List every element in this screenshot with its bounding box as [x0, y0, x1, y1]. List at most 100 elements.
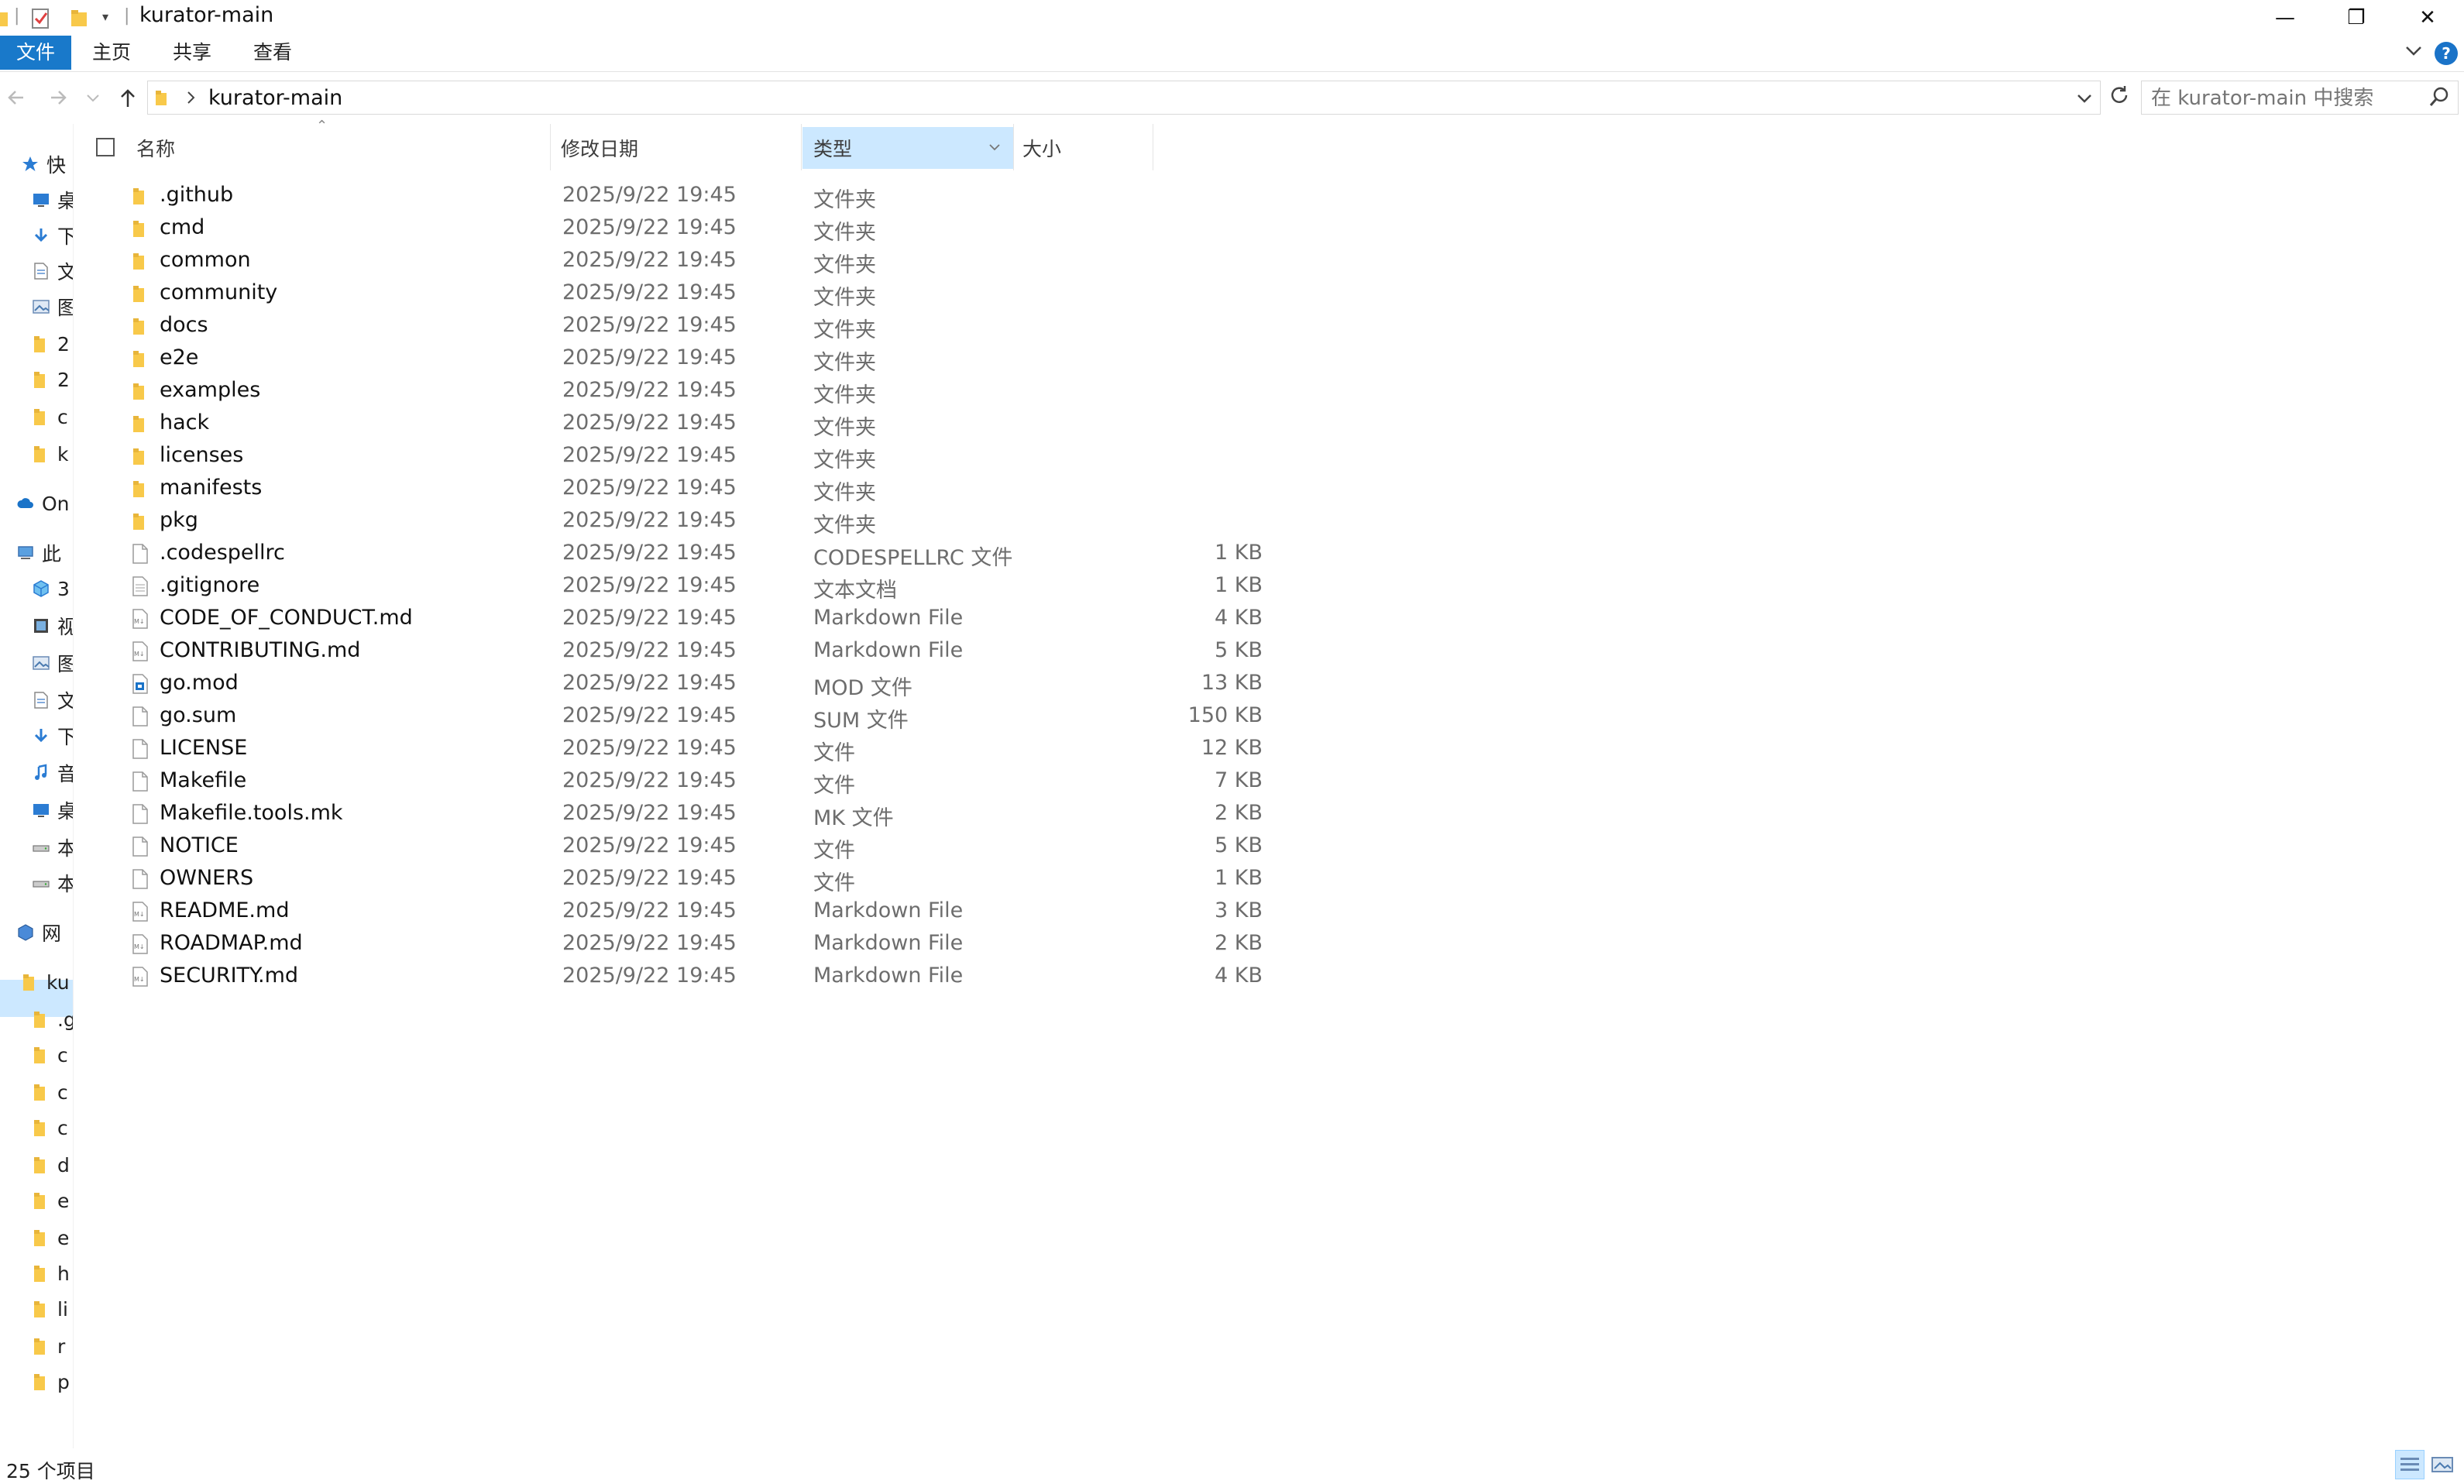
chevron-right-icon[interactable]: [184, 84, 199, 116]
nav-item[interactable]: 图: [31, 648, 73, 678]
customize-toolbar-icon[interactable]: ▾: [102, 9, 108, 24]
column-divider[interactable]: [550, 124, 551, 170]
nav-item[interactable]: 文: [31, 256, 73, 287]
file-row[interactable]: .gitignore 2025/9/22 19:45 文本文档 1 KB: [124, 570, 1263, 603]
file-row[interactable]: Makefile 2025/9/22 19:45 文件 7 KB: [124, 765, 1263, 798]
column-header-type[interactable]: 类型: [813, 125, 852, 170]
column-header-name[interactable]: 名称: [136, 125, 175, 170]
nav-item[interactable]: .g: [31, 1004, 73, 1035]
tab-file[interactable]: 文件: [0, 36, 71, 70]
nav-item[interactable]: c: [31, 1112, 68, 1143]
tab-home[interactable]: 主页: [81, 36, 143, 70]
column-filter-chevron-icon[interactable]: [988, 141, 1001, 156]
back-button[interactable]: [3, 82, 29, 113]
file-row[interactable]: NOTICE 2025/9/22 19:45 文件 5 KB: [124, 830, 1263, 863]
nav-item[interactable]: 2: [31, 364, 70, 395]
nav-item[interactable]: r: [31, 1331, 65, 1362]
file-row[interactable]: .github 2025/9/22 19:45 文件夹: [124, 180, 1162, 212]
address-bar[interactable]: kurator-main: [147, 81, 2101, 115]
tab-share[interactable]: 共享: [161, 36, 223, 70]
file-row[interactable]: cmd 2025/9/22 19:45 文件夹: [124, 212, 1162, 245]
file-row[interactable]: docs 2025/9/22 19:45 文件夹: [124, 310, 1162, 342]
nav-item-label: c: [57, 1116, 68, 1139]
column-divider[interactable]: [801, 124, 802, 170]
file-row[interactable]: OWNERS 2025/9/22 19:45 文件 1 KB: [124, 863, 1263, 895]
nav-item[interactable]: h: [31, 1258, 70, 1289]
nav-item[interactable]: 本: [31, 867, 73, 898]
nav-item[interactable]: li: [31, 1293, 68, 1324]
nav-item[interactable]: 快: [20, 149, 66, 180]
file-row[interactable]: Makefile.tools.mk 2025/9/22 19:45 MK 文件 2 K…: [124, 798, 1263, 830]
nav-item[interactable]: ku: [20, 967, 70, 998]
file-row[interactable]: M↓ ROADMAP.md 2025/9/22 19:45 Markdown File…: [124, 928, 1263, 960]
address-history-icon[interactable]: [2075, 86, 2094, 114]
nav-item[interactable]: d: [31, 1149, 70, 1180]
nav-item[interactable]: c: [31, 1039, 68, 1070]
nav-item[interactable]: e: [31, 1222, 69, 1253]
nav-item[interactable]: 音: [31, 757, 73, 788]
folder-icon: [132, 283, 149, 304]
nav-item[interactable]: c: [31, 1077, 68, 1108]
file-row[interactable]: manifests 2025/9/22 19:45 文件夹: [124, 472, 1162, 505]
file-icon: [132, 739, 149, 759]
help-icon[interactable]: ?: [2435, 42, 2458, 65]
refresh-button[interactable]: [2104, 84, 2135, 115]
nav-item[interactable]: 本: [31, 832, 73, 863]
nav-item[interactable]: 视: [31, 610, 73, 641]
nav-item[interactable]: 文: [31, 685, 73, 716]
expand-ribbon-icon[interactable]: [2404, 40, 2424, 65]
nav-item[interactable]: 网: [15, 917, 61, 948]
properties-icon[interactable]: [31, 8, 51, 33]
nav-item[interactable]: e: [31, 1185, 69, 1216]
search-input[interactable]: [2150, 86, 2416, 111]
nav-item[interactable]: 下: [31, 720, 73, 751]
column-header-modified[interactable]: 修改日期: [561, 125, 638, 170]
search-icon[interactable]: [2428, 86, 2450, 112]
minimize-button[interactable]: —: [2249, 0, 2321, 36]
file-row[interactable]: common 2025/9/22 19:45 文件夹: [124, 245, 1162, 277]
file-row[interactable]: LICENSE 2025/9/22 19:45 文件 12 KB: [124, 733, 1263, 765]
file-row[interactable]: M↓ CONTRIBUTING.md 2025/9/22 19:45 Markdown…: [124, 635, 1263, 668]
maximize-button[interactable]: ❐: [2321, 0, 2392, 36]
new-folder-icon[interactable]: [70, 8, 90, 33]
nav-item[interactable]: 桌: [31, 184, 73, 215]
nav-item[interactable]: p: [31, 1366, 70, 1397]
breadcrumb-current[interactable]: kurator-main: [208, 86, 342, 110]
folder-icon: [132, 414, 149, 434]
file-row[interactable]: pkg 2025/9/22 19:45 文件夹: [124, 505, 1162, 538]
pane-divider[interactable]: [73, 124, 74, 1448]
nav-item[interactable]: k: [31, 438, 68, 469]
nav-item[interactable]: 桌: [31, 795, 73, 826]
file-row[interactable]: community 2025/9/22 19:45 文件夹: [124, 277, 1162, 310]
nav-item[interactable]: 2: [31, 328, 70, 359]
file-row[interactable]: go.mod 2025/9/22 19:45 MOD 文件 13 KB: [124, 668, 1263, 700]
file-row[interactable]: hack 2025/9/22 19:45 文件夹: [124, 407, 1162, 440]
recent-locations-button[interactable]: [84, 82, 102, 113]
nav-item[interactable]: c: [31, 401, 68, 432]
nav-item[interactable]: 下: [31, 220, 73, 251]
close-button[interactable]: ✕: [2392, 0, 2463, 36]
file-row[interactable]: M↓ SECURITY.md 2025/9/22 19:45 Markdown Fil…: [124, 960, 1263, 993]
file-row[interactable]: e2e 2025/9/22 19:45 文件夹: [124, 342, 1162, 375]
tab-view[interactable]: 查看: [242, 36, 304, 70]
file-row[interactable]: M↓ CODE_OF_CONDUCT.md 2025/9/22 19:45 Markd…: [124, 603, 1263, 635]
file-row[interactable]: examples 2025/9/22 19:45 文件夹: [124, 375, 1162, 407]
nav-item[interactable]: 此: [15, 538, 61, 569]
search-box[interactable]: [2141, 81, 2459, 115]
nav-item[interactable]: On: [15, 488, 70, 519]
nav-item[interactable]: 3: [31, 573, 70, 604]
file-size: 5 KB: [1215, 833, 1263, 857]
nav-item[interactable]: 图: [31, 291, 73, 322]
select-all-checkbox[interactable]: [96, 138, 115, 156]
forward-button[interactable]: [45, 82, 71, 113]
file-row[interactable]: go.sum 2025/9/22 19:45 SUM 文件 150 KB: [124, 700, 1263, 733]
file-row[interactable]: .codespellrc 2025/9/22 19:45 CODESPELLRC 文…: [124, 538, 1263, 570]
large-icons-view-button[interactable]: [2428, 1450, 2457, 1479]
column-header-size[interactable]: 大小: [1022, 125, 1061, 170]
folder-icon: [132, 251, 149, 271]
column-divider[interactable]: [1013, 124, 1014, 170]
up-button[interactable]: [115, 82, 141, 113]
file-row[interactable]: M↓ README.md 2025/9/22 19:45 Markdown File 3…: [124, 895, 1263, 928]
details-view-button[interactable]: [2395, 1450, 2424, 1479]
file-row[interactable]: licenses 2025/9/22 19:45 文件夹: [124, 440, 1162, 472]
